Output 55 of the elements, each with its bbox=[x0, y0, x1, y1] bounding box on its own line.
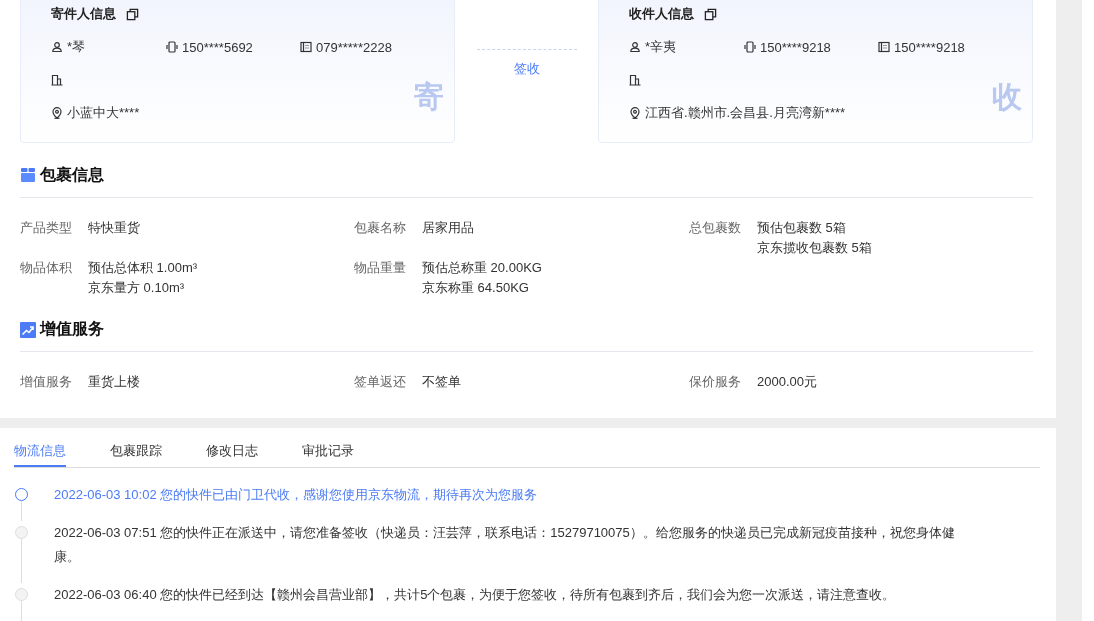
tab[interactable]: 包裹跟踪 bbox=[110, 428, 162, 467]
address-text: 江西省.赣州市.会昌县.月亮湾新**** bbox=[645, 104, 846, 122]
card-title: 寄件人信息 bbox=[51, 5, 116, 23]
tab[interactable]: 修改日志 bbox=[206, 428, 258, 467]
box-icon bbox=[20, 167, 36, 183]
field-label: 签单返还 bbox=[354, 373, 407, 391]
location-pin-icon bbox=[51, 107, 63, 119]
field-value: 不签单 bbox=[422, 373, 461, 391]
section-title: 包裹信息 bbox=[40, 164, 104, 185]
timeline-entry: 2022-06-03 10:02 您的快件已由门卫代收，感谢您使用京东物流，期待再次为您服务 bbox=[54, 486, 538, 504]
field-value: 居家用品 bbox=[422, 219, 474, 237]
telephone-icon bbox=[878, 41, 890, 53]
field-value: 重货上楼 bbox=[88, 373, 140, 391]
status-text: 签收 bbox=[513, 60, 540, 78]
tab[interactable]: 审批记录 bbox=[302, 428, 354, 467]
person-icon bbox=[51, 41, 63, 53]
address-text: 小蓝中大**** bbox=[67, 104, 140, 122]
field-label: 包裹名称 bbox=[354, 219, 407, 237]
field-label: 物品重量 bbox=[354, 259, 407, 277]
phone-number: 150****9218 bbox=[894, 39, 965, 55]
field-value: 预估包裹数 5箱 bbox=[757, 219, 847, 237]
tab[interactable]: 物流信息 bbox=[14, 428, 66, 467]
field-label: 总包裹数 bbox=[689, 219, 742, 237]
field-label: 物品体积 bbox=[20, 259, 73, 277]
building-icon bbox=[629, 74, 641, 86]
card-title: 收件人信息 bbox=[629, 5, 694, 23]
mobile-phone-icon bbox=[744, 41, 756, 53]
building-icon bbox=[51, 74, 63, 86]
timeline-entry: 2022-06-03 07:51 您的快件正在派送中，请您准备签收（快递员：汪芸萍，联系电话：15279710075）。给您服务的快递员已完成新冠疫苗接种，祝您身体健康。 bbox=[54, 524, 956, 566]
trend-chart-icon bbox=[20, 321, 36, 338]
field-value: 京东称重 64.50KG bbox=[422, 279, 530, 297]
field-value: 2000.00元 bbox=[757, 373, 817, 391]
timeline-entry: 2022-06-03 06:40 您的快件已经到达【赣州会昌营业部】，共计5个包裹，为便于您签收，待所有包裹到齐后，我们会为您一次派送，请注意查收。 bbox=[54, 586, 896, 604]
field-label: 增值服务 bbox=[20, 373, 73, 391]
contact-name: *辛夷 bbox=[645, 38, 677, 56]
location-pin-icon bbox=[629, 107, 641, 119]
field-label: 保价服务 bbox=[689, 373, 742, 391]
field-value: 预估总体积 1.00m³ bbox=[88, 259, 198, 277]
telephone-icon bbox=[300, 41, 312, 53]
field-value: 京东揽收包裹数 5箱 bbox=[757, 239, 872, 257]
copy-icon[interactable] bbox=[704, 7, 717, 21]
contact-name: *琴 bbox=[67, 38, 86, 56]
copy-icon[interactable] bbox=[126, 7, 139, 21]
card-stamp-text: 收 bbox=[992, 79, 1022, 115]
mobile-number: 150****9218 bbox=[760, 39, 831, 55]
mobile-phone-icon bbox=[166, 41, 178, 53]
field-value: 特快重货 bbox=[88, 219, 140, 237]
person-icon bbox=[629, 41, 641, 53]
phone-number: 079*****2228 bbox=[316, 39, 392, 55]
field-value: 京东量方 0.10m³ bbox=[88, 279, 186, 297]
field-label: 产品类型 bbox=[20, 219, 73, 237]
section-title: 增值服务 bbox=[40, 319, 104, 339]
card-stamp-text: 寄 bbox=[414, 79, 444, 115]
mobile-number: 150****5692 bbox=[182, 39, 253, 55]
field-value: 预估总称重 20.00KG bbox=[422, 259, 542, 277]
